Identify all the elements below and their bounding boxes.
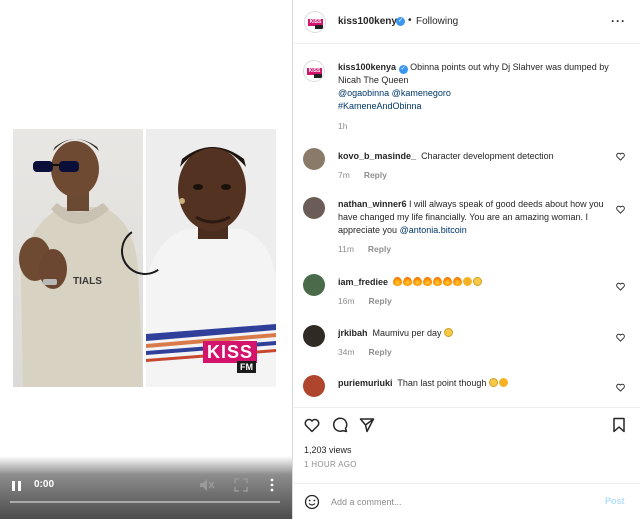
header-separator: •: [408, 15, 412, 26]
share-icon[interactable]: [359, 417, 375, 433]
comments-list: KISS kiss100kenya ✓ Obinna points out wh…: [293, 45, 640, 407]
post-comment-button[interactable]: Post: [605, 496, 625, 506]
laugh-emoji-icon: [473, 277, 483, 286]
clap-emoji-icon: [498, 378, 508, 387]
comment-time: 11m: [338, 244, 354, 254]
fire-emoji-icon: [433, 277, 443, 286]
fm-logo-word: FM: [237, 361, 256, 373]
video-more-options-icon[interactable]: [268, 478, 276, 492]
comment-item: jrkibah Maumivu per day 34m Reply: [303, 325, 633, 365]
commenter-avatar[interactable]: [303, 274, 325, 296]
commenter-avatar[interactable]: [303, 375, 325, 397]
caption-mentions[interactable]: @ogaobinna @kamenegoro: [338, 88, 451, 98]
comment-time: 34m: [338, 347, 355, 357]
like-icon[interactable]: [304, 417, 320, 433]
video-frame: TIALS KISS FM: [13, 129, 276, 387]
emoji-icon[interactable]: [304, 494, 320, 510]
reply-button[interactable]: Reply: [364, 170, 387, 180]
comment-text: Than last point though: [397, 378, 487, 388]
comment-time: 7m: [338, 170, 350, 180]
laugh-emoji-icon: [488, 378, 498, 387]
view-count: 1,203 views: [304, 445, 352, 455]
video-progress-bar[interactable]: [10, 501, 280, 503]
comment-time: 16m: [338, 296, 355, 306]
like-heart-icon[interactable]: [616, 383, 625, 392]
fire-emoji-icon: [423, 277, 433, 286]
commenter-avatar[interactable]: [303, 197, 325, 219]
kiss-fm-logo: KISS FM: [203, 341, 265, 381]
comment-mention[interactable]: @antonia.bitcoin: [400, 225, 467, 235]
comment-icon[interactable]: [332, 417, 348, 433]
fire-emoji-icon: [393, 277, 403, 286]
comment-username[interactable]: jrkibah: [338, 328, 368, 338]
comment-item: puriemuriuki Than last point though: [303, 375, 633, 407]
like-heart-icon[interactable]: [616, 152, 625, 161]
reply-button[interactable]: Reply: [369, 296, 392, 306]
like-heart-icon[interactable]: [616, 282, 625, 291]
caption-avatar[interactable]: KISS: [303, 60, 325, 82]
post-details-panel: KISS kiss100kenya ✓ • Following ··· KISS…: [292, 0, 640, 519]
verified-badge-icon: ✓: [396, 17, 405, 26]
video-controls-bar: 0:00: [0, 456, 292, 519]
fire-emoji-icon: [443, 277, 453, 286]
comment-input[interactable]: [331, 494, 591, 510]
caption-hashtag[interactable]: #KameneAndObinna: [338, 101, 422, 111]
caption-time: 1h: [338, 121, 348, 131]
more-options-icon[interactable]: ···: [611, 14, 626, 28]
comment-item: iam_frediee 16m Reply: [303, 274, 633, 314]
save-icon[interactable]: [611, 417, 627, 433]
caption-username[interactable]: kiss100kenya: [338, 62, 396, 72]
video-player[interactable]: TIALS KISS FM 0:00: [0, 0, 292, 519]
commenter-avatar[interactable]: [303, 148, 325, 170]
fullscreen-icon[interactable]: [234, 478, 248, 492]
reply-button[interactable]: Reply: [368, 244, 391, 254]
like-heart-icon[interactable]: [616, 205, 625, 214]
header-username[interactable]: kiss100kenya: [338, 16, 403, 27]
comment-username[interactable]: puriemuriuki: [338, 378, 393, 388]
following-button[interactable]: Following: [416, 16, 458, 27]
kiss-logo-word: KISS: [203, 341, 258, 363]
comment-composer: Post: [293, 483, 640, 519]
like-heart-icon[interactable]: [616, 333, 625, 342]
clap-emoji-icon: [463, 277, 473, 286]
comment-text: Maumivu per day: [372, 328, 442, 338]
laugh-emoji-icon: [444, 328, 454, 337]
video-time: 0:00: [34, 479, 55, 490]
hoodie-text: TIALS: [73, 276, 102, 287]
commenter-avatar[interactable]: [303, 325, 325, 347]
verified-badge-icon: ✓: [398, 65, 408, 74]
reply-button[interactable]: Reply: [369, 347, 392, 357]
post-header: KISS kiss100kenya ✓ • Following ···: [293, 0, 640, 44]
fire-emoji-icon: [413, 277, 423, 286]
comment-username[interactable]: kovo_b_masinde_: [338, 151, 416, 161]
fire-emoji-icon: [453, 277, 463, 286]
comment-username[interactable]: nathan_winner6: [338, 199, 407, 209]
comment-item: nathan_winner6 I will always speak of go…: [303, 197, 633, 257]
fire-emoji-icon: [403, 277, 413, 286]
comment-item: kovo_b_masinde_ Character development de…: [303, 148, 633, 188]
mute-icon[interactable]: [199, 478, 215, 492]
post-caption: KISS kiss100kenya ✓ Obinna points out wh…: [303, 60, 633, 140]
header-avatar[interactable]: KISS: [304, 11, 326, 33]
comment-username[interactable]: iam_frediee: [338, 277, 388, 287]
post-actions: 1,203 views 1 HOUR AGO Post: [293, 407, 640, 519]
post-timestamp: 1 HOUR AGO: [304, 460, 357, 469]
pause-button[interactable]: [12, 481, 22, 491]
comment-text: Character development detection: [421, 151, 554, 161]
